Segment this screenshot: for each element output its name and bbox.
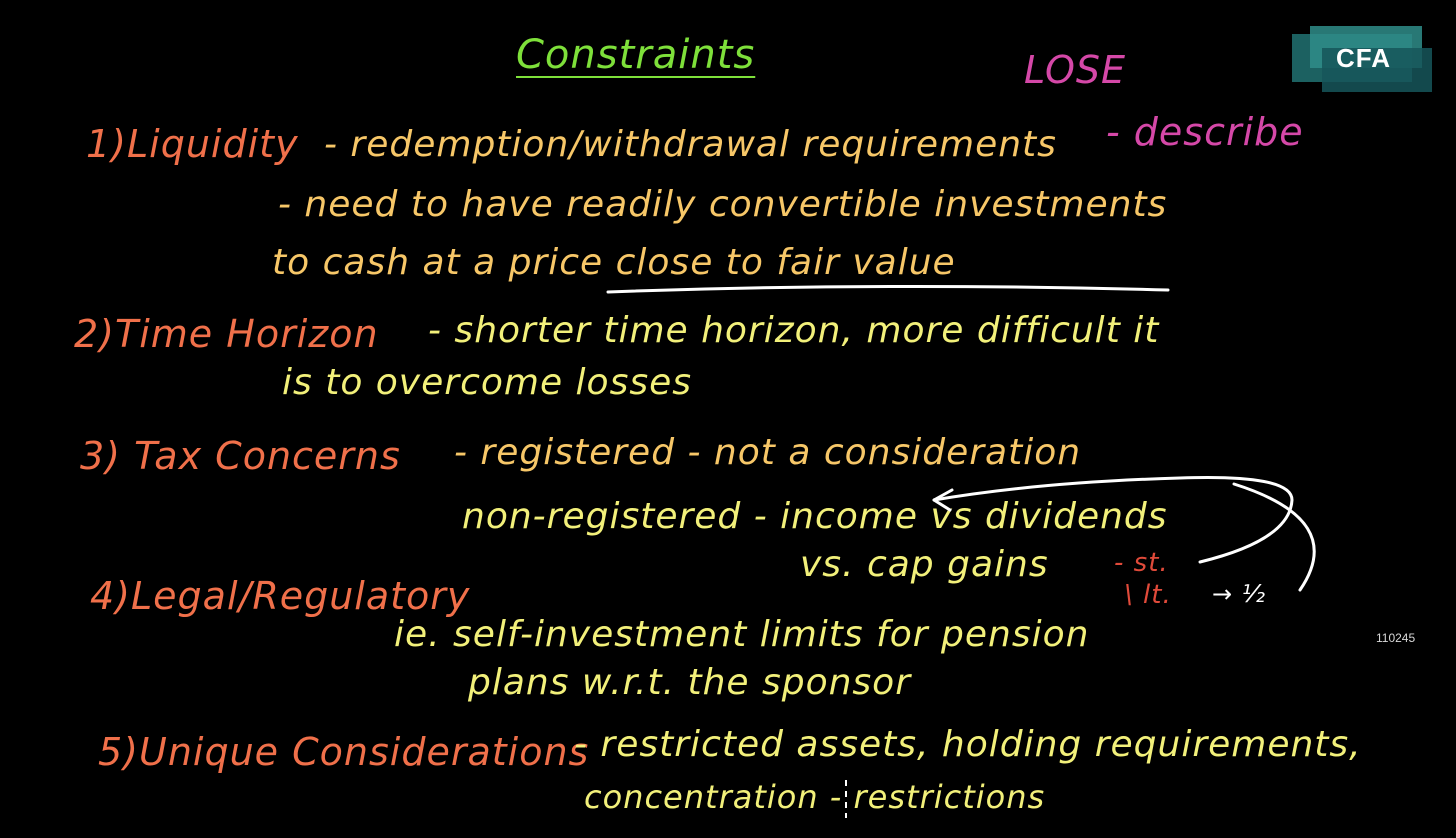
video-id: 110245	[1376, 631, 1416, 645]
curved-arrow-stroke	[932, 476, 1294, 564]
underline-fair-value	[606, 284, 1170, 294]
curve-to-half-stroke	[1232, 482, 1316, 592]
annotation-strokes	[606, 284, 1316, 818]
